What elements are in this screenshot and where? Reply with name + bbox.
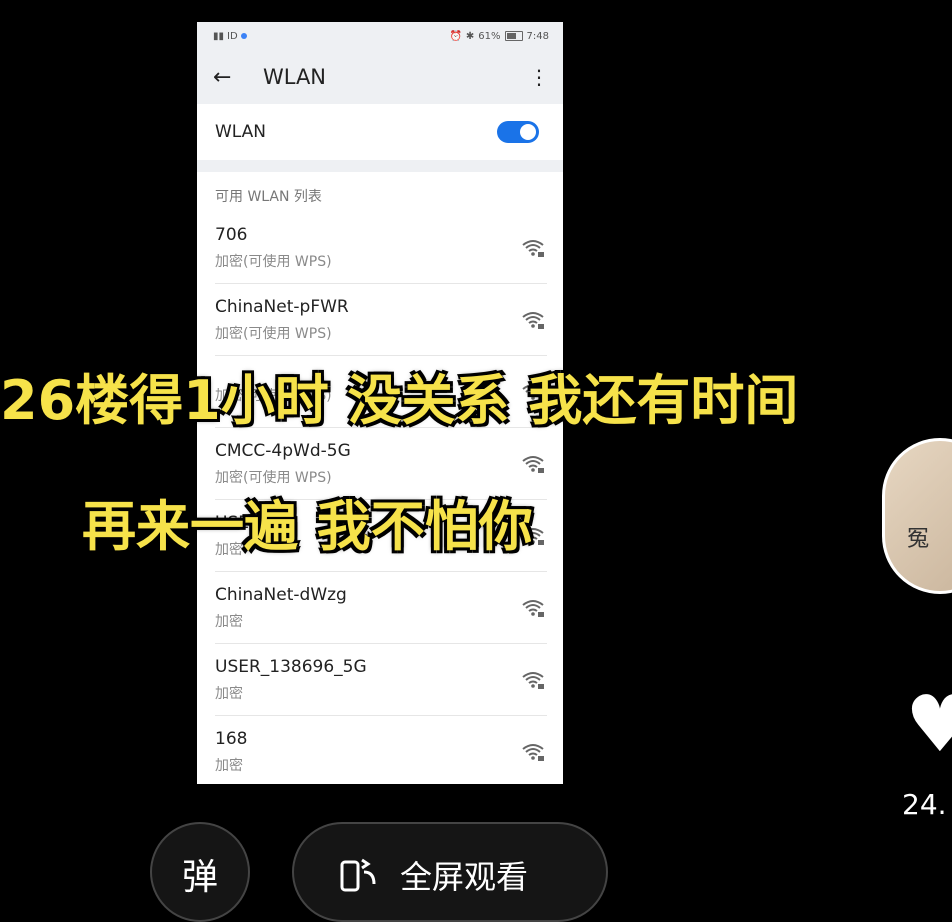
network-security: 加密(可使用 WPS) [215, 254, 332, 270]
wlan-toggle-switch[interactable] [497, 121, 539, 143]
status-time: 7:48 [526, 30, 549, 42]
notification-dot-icon [240, 33, 247, 39]
status-left-text: ID [227, 30, 238, 42]
network-name: USER_138696_5G [215, 657, 367, 677]
section-header: 可用 WLAN 列表 [215, 189, 322, 205]
avatar[interactable]: 冤 [882, 438, 952, 594]
network-name: 168 [215, 729, 248, 749]
network-item[interactable]: 706 加密(可使用 WPS) [197, 212, 563, 284]
avatar-text: 冤 [907, 527, 930, 552]
network-item[interactable]: ChinaNet-dWzg 加密 [197, 572, 563, 644]
fullscreen-label: 全屏观看 [400, 858, 529, 896]
back-arrow-icon[interactable]: ← [213, 65, 243, 90]
wifi-lock-icon [522, 672, 544, 689]
like-count: 24. [902, 788, 947, 821]
fullscreen-button[interactable]: 全屏观看 [292, 822, 608, 922]
network-security: 加密 [215, 686, 243, 702]
wifi-lock-icon [522, 744, 544, 761]
network-name: ChinaNet-dWzg [215, 585, 347, 605]
network-item[interactable]: ChinaNet-pFWR 加密(可使用 WPS) [197, 284, 563, 356]
network-item[interactable]: 168 加密 [197, 716, 563, 784]
more-vert-icon[interactable]: ⋮ [529, 65, 549, 89]
danmu-label: 弹 [181, 857, 218, 898]
wlan-toggle-row[interactable]: WLAN [197, 104, 563, 160]
bluetooth-icon: ✱ [465, 30, 475, 42]
status-bar: ▮▮ ID ⏰ ✱ 61% 7:48 [197, 22, 563, 50]
network-item[interactable]: USER_138696_5G 加密 [197, 644, 563, 716]
battery-icon [504, 31, 523, 41]
heart-icon[interactable]: ♥ [905, 680, 952, 770]
network-security: 加密(可使用 WPS) [215, 326, 332, 342]
network-name: ChinaNet-pFWR [215, 297, 349, 317]
wifi-lock-icon [522, 600, 544, 617]
page-title: WLAN [263, 65, 327, 89]
alarm-icon: ⏰ [449, 30, 462, 42]
wifi-lock-icon [522, 312, 544, 329]
network-name: 706 [215, 225, 248, 245]
signal-icon: ▮▮ [213, 30, 225, 42]
battery-percent: 61% [478, 30, 501, 42]
wlan-toggle-label: WLAN [215, 122, 267, 142]
network-security: 加密 [215, 758, 243, 774]
network-name: CMCC-4pWd-5G [215, 441, 351, 461]
caption-line-2: 再来一遍 我不怕你 [82, 495, 533, 558]
wifi-lock-icon [522, 456, 544, 473]
caption-line-1: 26楼得1小时 没关系 我还有时间 [0, 369, 799, 432]
danmu-button[interactable]: 弹 [150, 822, 250, 922]
network-security: 加密 [215, 614, 243, 630]
wifi-lock-icon [522, 240, 544, 257]
divider [197, 160, 563, 172]
rotate-screen-icon [340, 858, 376, 892]
app-bar: ← WLAN ⋮ [197, 50, 563, 104]
